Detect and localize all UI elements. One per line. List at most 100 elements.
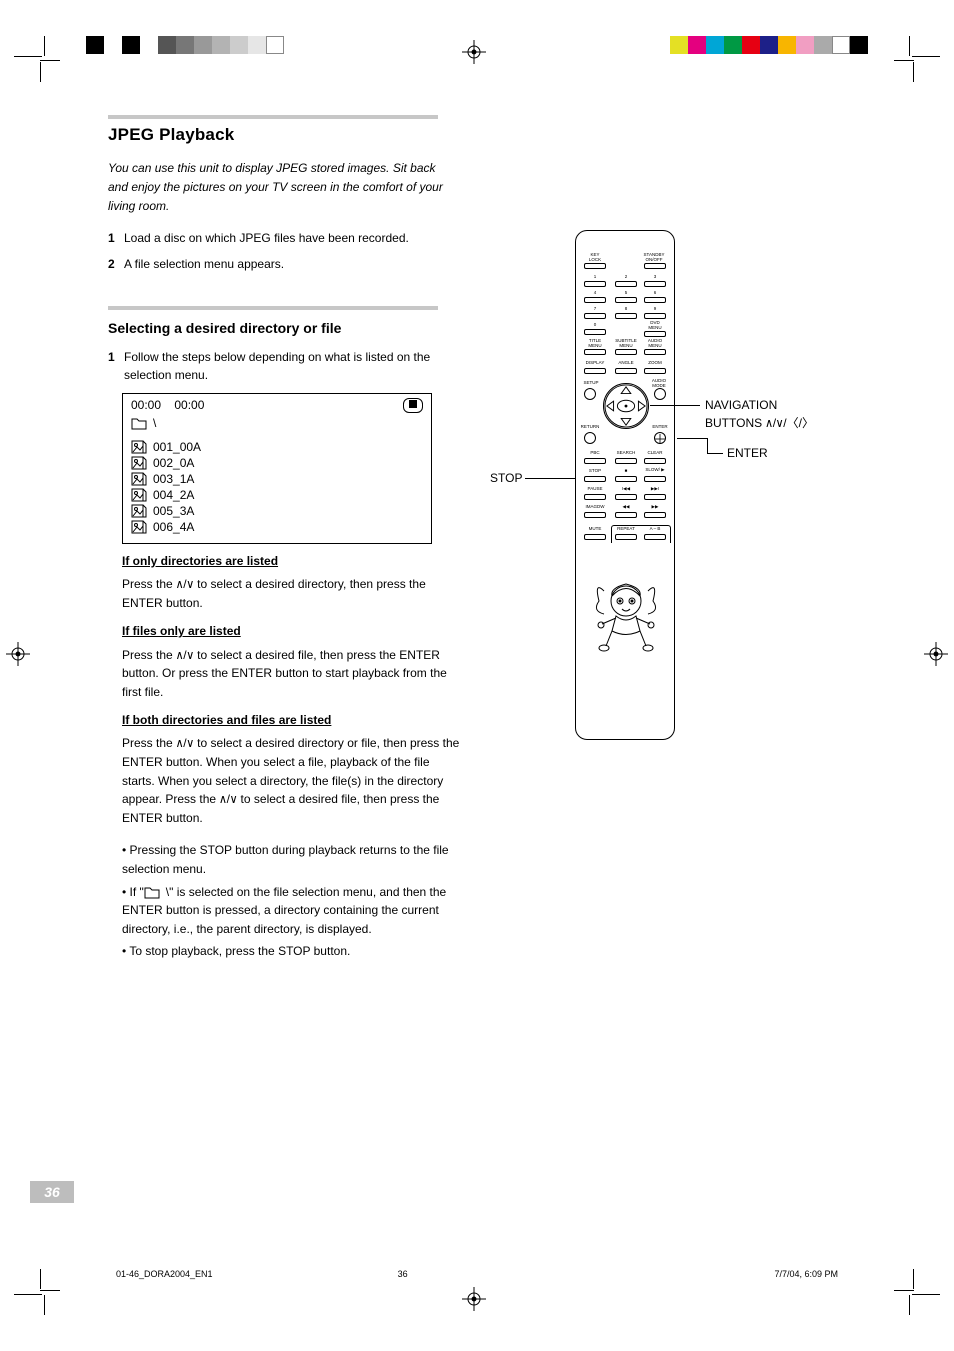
remote-stop2-button[interactable]	[615, 476, 637, 482]
remote-return-button[interactable]	[584, 432, 596, 444]
remote-num-button[interactable]	[584, 329, 606, 335]
time-total: 00:00	[174, 398, 204, 412]
image-file-icon	[131, 488, 147, 502]
remote-btn-label: ▶▶I	[647, 487, 663, 492]
remote-btn-label: 1	[587, 275, 603, 280]
remote-num-button[interactable]	[584, 281, 606, 287]
file-name: 002_0A	[153, 456, 194, 470]
remote-btn-label: ▶▶	[647, 505, 663, 510]
case-label: If files only are listed	[122, 622, 462, 641]
footer-timestamp: 7/7/04, 6:09 PM	[774, 1269, 838, 1279]
step-number: 2	[108, 255, 124, 274]
case-text: Press the ∧/∨ to select a desired direct…	[122, 575, 462, 612]
callout-leader	[707, 438, 708, 453]
file-selection-menu: 00:00 00:00 \ 001_00A002_0A003_1A004_2A0…	[122, 393, 432, 544]
remote-btn-label: 2	[618, 275, 634, 280]
remote-btn-label: ■	[621, 469, 631, 474]
remote-outline: KEY LOCK STANDBY ON/OFF 1 2 3 4 5 6 7 8 …	[575, 230, 675, 740]
file-name: 003_1A	[153, 472, 194, 486]
remote-repeat-button[interactable]	[615, 534, 637, 540]
remote-btn-label: SLOW/ ▶	[644, 468, 666, 473]
remote-btn-label: MUTE	[584, 527, 606, 532]
remote-pause-button[interactable]	[584, 494, 606, 500]
remote-key-lock-button[interactable]	[584, 263, 606, 269]
remote-title-menu-button[interactable]	[584, 349, 606, 355]
image-file-icon	[131, 456, 147, 470]
page-number: 36	[30, 1181, 74, 1203]
remote-pbc-button[interactable]	[584, 458, 606, 464]
registration-mark-icon	[462, 1287, 486, 1311]
file-name: 006_4A	[153, 520, 194, 534]
remote-setup-button[interactable]	[584, 388, 596, 400]
remote-btn-label: SEARCH	[615, 451, 637, 456]
remote-dvd-menu-button[interactable]	[644, 331, 666, 337]
remote-btn-label: DISPLAY	[584, 361, 606, 366]
remote-prev-button[interactable]	[615, 494, 637, 500]
remote-next-button[interactable]	[644, 494, 666, 500]
section-rule	[108, 306, 438, 310]
callout-label: NAVIGATION	[705, 398, 777, 412]
remote-btn-label: SUBTITLE MENU	[615, 339, 637, 348]
remote-btn-label: A – B	[644, 527, 666, 532]
remote-enter-button[interactable]	[654, 432, 666, 444]
registration-mark-icon	[924, 642, 948, 666]
remote-display-button[interactable]	[584, 368, 606, 374]
remote-num-button[interactable]	[615, 313, 637, 319]
subsection-title: Selecting a desired directory or file	[108, 320, 848, 336]
bullet-text: • If "\" is selected on the file selecti…	[122, 883, 462, 939]
callout-leader	[707, 453, 723, 454]
remote-btn-label: IMAGDW	[582, 505, 608, 510]
remote-search-button[interactable]	[615, 458, 637, 464]
remote-btn-label: ◀◀	[618, 505, 634, 510]
color-swatch-strip	[86, 36, 284, 54]
remote-btn-label: DVD MENU	[644, 321, 666, 330]
step-number: 1	[108, 229, 124, 248]
remote-num-button[interactable]	[644, 281, 666, 287]
remote-btn-label: 5	[618, 291, 634, 296]
case-label: If both directories and files are listed	[122, 711, 462, 730]
remote-rew-button[interactable]	[615, 512, 637, 518]
file-row: 004_2A	[123, 487, 431, 503]
file-row: 005_3A	[123, 503, 431, 519]
remote-btn-label: 8	[618, 307, 634, 312]
remote-stop-button[interactable]	[584, 476, 606, 482]
remote-nav-ring[interactable]	[603, 383, 649, 429]
remote-num-button[interactable]	[615, 281, 637, 287]
remote-btn-label: ZOOM	[644, 361, 666, 366]
remote-ff-button[interactable]	[644, 512, 666, 518]
remote-btn-label: STANDBY ON/OFF	[642, 253, 666, 262]
image-file-icon	[131, 520, 147, 534]
remote-btn-label: REPEAT	[615, 527, 637, 532]
remote-num-button[interactable]	[644, 297, 666, 303]
remote-audio-mode-button[interactable]	[654, 388, 666, 400]
folder-icon	[131, 416, 147, 430]
callout-label: STOP	[490, 471, 522, 485]
remote-angle-button[interactable]	[615, 368, 637, 374]
remote-zoom-button[interactable]	[644, 368, 666, 374]
footer-file-info: 01-46_DORA2004_EN1 36	[116, 1269, 408, 1279]
callout-leader	[650, 405, 700, 406]
step-text: Load a disc on which JPEG files have bee…	[124, 229, 409, 248]
registration-mark-icon	[462, 40, 486, 64]
file-row: 002_0A	[123, 455, 431, 471]
remote-mute-button[interactable]	[584, 534, 606, 540]
intro-text: You can use this unit to display JPEG st…	[108, 159, 448, 217]
remote-num-button[interactable]	[644, 313, 666, 319]
remote-standby-button[interactable]	[644, 263, 666, 269]
callout-leader	[525, 478, 575, 479]
remote-subtitle-menu-button[interactable]	[615, 349, 637, 355]
remote-imagdw-button[interactable]	[584, 512, 606, 518]
case-label: If only directories are listed	[122, 552, 462, 571]
remote-btn-label: KEY LOCK	[584, 253, 606, 262]
remote-audio-menu-button[interactable]	[644, 349, 666, 355]
remote-ab-button[interactable]	[644, 534, 666, 540]
step-text: Follow the steps below depending on what…	[124, 348, 448, 385]
remote-num-button[interactable]	[584, 297, 606, 303]
remote-btn-label: CLEAR	[644, 451, 666, 456]
remote-btn-label: SETUP	[582, 381, 600, 386]
remote-clear-button[interactable]	[644, 458, 666, 464]
remote-slow-button[interactable]	[644, 476, 666, 482]
file-name: 001_00A	[153, 440, 201, 454]
remote-num-button[interactable]	[584, 313, 606, 319]
remote-num-button[interactable]	[615, 297, 637, 303]
